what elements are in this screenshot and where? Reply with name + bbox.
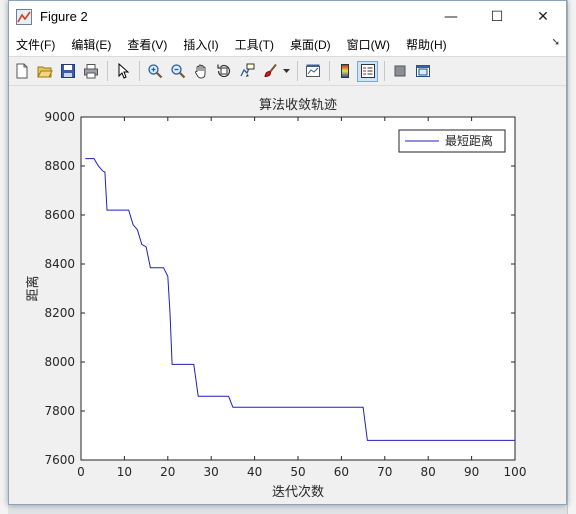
save-icon[interactable] xyxy=(57,61,78,82)
y-axis-label: 距离 xyxy=(25,275,41,301)
title-bar[interactable]: Figure 2 — ☐ ✕ xyxy=(9,1,566,32)
zoom-out-icon[interactable] xyxy=(167,61,188,82)
y-tick-label: 7800 xyxy=(44,404,75,418)
menu-window[interactable]: 窗口(W) xyxy=(340,36,399,53)
menu-dock-arrow-icon[interactable]: ➘ xyxy=(552,37,560,48)
figure-canvas[interactable]: 0 10 20 30 40 50 60 70 80 90 100 7600 7800 8000 8200 84… xyxy=(9,86,566,504)
menu-bar: 文件(F) 编辑(E) 查看(V) 插入(I) 工具(T) 桌面(D) 窗口(W… xyxy=(9,32,566,56)
toolbar-separator xyxy=(139,61,140,81)
data-cursor-icon[interactable] xyxy=(236,61,257,82)
y-tick-label: 8600 xyxy=(44,208,75,222)
x-tick-label: 30 xyxy=(204,465,219,479)
y-tick-label: 8800 xyxy=(44,159,75,173)
axes-box xyxy=(80,116,516,461)
y-tick-label: 8200 xyxy=(44,306,75,320)
close-button[interactable]: ✕ xyxy=(520,1,566,32)
rotate-3d-icon[interactable] xyxy=(213,61,234,82)
y-tick-label: 7600 xyxy=(44,453,75,467)
hide-plot-tools-icon[interactable] xyxy=(389,61,410,82)
x-tick-label: 100 xyxy=(504,465,527,479)
x-tick-label: 50 xyxy=(290,465,305,479)
y-tick-label: 9000 xyxy=(44,110,75,124)
toolbar-separator xyxy=(107,61,108,81)
background-editor-left xyxy=(0,0,8,514)
legend-label: 最短距离 xyxy=(445,133,493,148)
link-plot-icon[interactable] xyxy=(302,61,323,82)
x-axis-label: 迭代次数 xyxy=(272,484,324,500)
brush-dropdown-icon[interactable] xyxy=(282,61,291,82)
edit-plot-arrow-icon[interactable] xyxy=(112,61,133,82)
toolbar-separator xyxy=(329,61,330,81)
legend[interactable]: 最短距离 xyxy=(398,129,506,153)
chart-title: 算法收敛轨迹 xyxy=(259,97,337,113)
menu-view[interactable]: 查看(V) xyxy=(120,36,176,53)
x-tick-label: 40 xyxy=(247,465,262,479)
maximize-button[interactable]: ☐ xyxy=(474,1,520,32)
x-tick-label: 0 xyxy=(77,465,85,479)
menu-tools[interactable]: 工具(T) xyxy=(228,36,283,53)
pan-hand-icon[interactable] xyxy=(190,61,211,82)
maximize-icon: ☐ xyxy=(490,8,504,25)
open-file-icon[interactable] xyxy=(34,61,55,82)
brush-icon[interactable] xyxy=(259,61,280,82)
zoom-in-icon[interactable] xyxy=(144,61,165,82)
x-tick-label: 20 xyxy=(160,465,175,479)
menu-desktop[interactable]: 桌面(D) xyxy=(283,36,340,53)
legend-icon[interactable] xyxy=(357,60,378,82)
x-tick-label: 70 xyxy=(377,465,392,479)
y-tick-label: 8000 xyxy=(44,355,75,369)
window-title: Figure 2 xyxy=(40,9,88,24)
matlab-figure-icon xyxy=(16,8,32,25)
menu-edit[interactable]: 编辑(E) xyxy=(64,36,120,53)
x-tick-label: 10 xyxy=(117,465,132,479)
toolbar-separator xyxy=(384,61,385,81)
menu-file[interactable]: 文件(F) xyxy=(9,36,64,53)
menu-insert[interactable]: 插入(I) xyxy=(176,36,227,53)
figure-toolbar xyxy=(9,56,566,86)
show-plot-tools-icon[interactable] xyxy=(412,61,433,82)
background-editor-right xyxy=(567,0,576,514)
close-icon: ✕ xyxy=(537,8,549,25)
plot-svg[interactable]: 0 10 20 30 40 50 60 70 80 90 100 7600 7800 8000 8200 84… xyxy=(9,86,566,504)
menu-help[interactable]: 帮助(H) xyxy=(399,36,456,53)
colorbar-icon[interactable] xyxy=(334,61,355,82)
minimize-icon: — xyxy=(444,8,458,25)
x-tick-label: 80 xyxy=(421,465,436,479)
figure-window: Figure 2 — ☐ ✕ 文件(F) 编辑(E) 查看(V) 插入(I) 工… xyxy=(8,0,567,505)
toolbar-separator xyxy=(297,61,298,81)
new-figure-icon[interactable] xyxy=(11,61,32,82)
print-icon[interactable] xyxy=(80,61,101,82)
y-tick-label: 8400 xyxy=(44,257,75,271)
minimize-button[interactable]: — xyxy=(428,1,474,32)
x-tick-label: 90 xyxy=(464,465,479,479)
x-tick-label: 60 xyxy=(334,465,349,479)
axes-background xyxy=(80,116,516,461)
